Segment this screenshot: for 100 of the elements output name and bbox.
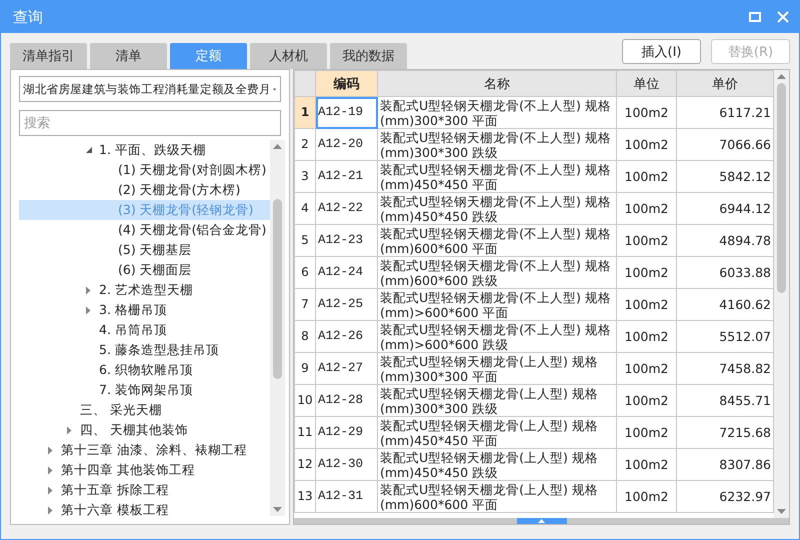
table-cell: 100m2 bbox=[616, 256, 676, 288]
tree-item[interactable]: 第十三章 油漆、涂料、裱糊工程 bbox=[19, 440, 270, 460]
scroll-down-icon[interactable] bbox=[777, 509, 786, 514]
table-cell: A12-27 bbox=[316, 352, 378, 384]
tree-item[interactable]: (2) 天棚龙骨(方木楞) bbox=[19, 180, 270, 200]
close-icon[interactable] bbox=[777, 11, 789, 23]
scroll-up-icon[interactable] bbox=[777, 74, 786, 79]
tree-item[interactable]: 6. 织物软雕吊顶 bbox=[19, 360, 270, 380]
table-cell: A12-31 bbox=[316, 480, 378, 512]
row-number[interactable]: 4 bbox=[294, 192, 316, 224]
row-number[interactable]: 6 bbox=[294, 256, 316, 288]
table-cell: A12-19 bbox=[316, 96, 378, 128]
tree-item[interactable]: 四、 天棚其他装饰 bbox=[19, 420, 270, 440]
table-cell: 100m2 bbox=[616, 384, 676, 416]
row-number[interactable]: 9 bbox=[294, 352, 316, 384]
row-number[interactable]: 12 bbox=[294, 448, 316, 480]
table-cell: 装配式U型轻钢天棚龙骨(上人型) 规格(mm)450*450 平面 bbox=[378, 416, 616, 448]
tree-item[interactable]: (6) 天棚面层 bbox=[19, 260, 270, 280]
splitter-handle[interactable] bbox=[516, 518, 566, 524]
table-cell: 装配式U型轻钢天棚龙骨(不上人型) 规格(mm)>600*600 跌级 bbox=[378, 320, 616, 352]
table-cell: 100m2 bbox=[616, 352, 676, 384]
table-cell: 装配式U型轻钢天棚龙骨(不上人型) 规格(mm)600*600 平面 bbox=[378, 224, 616, 256]
row-number[interactable]: 13 bbox=[294, 480, 316, 512]
table-cell: A12-25 bbox=[316, 288, 378, 320]
table-cell: 装配式U型轻钢天棚龙骨(不上人型) 规格(mm)450*450 平面 bbox=[378, 160, 616, 192]
tree-item[interactable]: 4. 吊筒吊顶 bbox=[19, 320, 270, 340]
table-cell: A12-24 bbox=[316, 256, 378, 288]
row-number[interactable]: 5 bbox=[294, 224, 316, 256]
collapsed-icon[interactable] bbox=[85, 306, 91, 314]
library-dropdown[interactable]: 湖北省房屋建筑与装饰工程消耗量定额及全费月 bbox=[19, 76, 281, 102]
tab[interactable]: 清单指引 bbox=[10, 43, 87, 69]
table-cell: 装配式U型轻钢天棚龙骨(上人型) 规格(mm)450*450 跌级 bbox=[378, 448, 616, 480]
row-number[interactable]: 10 bbox=[294, 384, 316, 416]
table-cell: 100m2 bbox=[616, 416, 676, 448]
tree-item[interactable]: 5. 藤条造型悬挂吊顶 bbox=[19, 340, 270, 360]
table-cell: 100m2 bbox=[616, 160, 676, 192]
tree-item[interactable]: 三、 采光天棚 bbox=[19, 400, 270, 420]
tab[interactable]: 人材机 bbox=[250, 43, 327, 69]
action-button[interactable]: 插入(I) bbox=[622, 39, 701, 64]
collapsed-icon[interactable] bbox=[47, 466, 53, 474]
table-cell: 装配式U型轻钢天棚龙骨(不上人型) 规格(mm)450*450 跌级 bbox=[378, 192, 616, 224]
tab[interactable]: 清单 bbox=[90, 43, 167, 69]
collapsed-icon[interactable] bbox=[47, 446, 53, 454]
table-cell: A12-28 bbox=[316, 384, 378, 416]
tree-item[interactable]: (5) 天棚基层 bbox=[19, 240, 270, 260]
row-number[interactable]: 2 bbox=[294, 128, 316, 160]
scrollbar[interactable] bbox=[774, 70, 789, 518]
search-field[interactable]: 搜索 bbox=[19, 110, 281, 136]
column-header[interactable]: 单位 bbox=[616, 70, 676, 96]
table-cell: 100m2 bbox=[616, 320, 676, 352]
table-cell: 100m2 bbox=[616, 128, 676, 160]
column-header[interactable]: 名称 bbox=[378, 70, 616, 96]
table-cell: A12-21 bbox=[316, 160, 378, 192]
table-cell: 100m2 bbox=[616, 192, 676, 224]
row-number[interactable]: 1 bbox=[294, 96, 316, 128]
scroll-down-icon[interactable] bbox=[273, 507, 282, 512]
scrollbar[interactable] bbox=[270, 140, 285, 516]
table-cell: 100m2 bbox=[616, 480, 676, 512]
table-cell: 装配式U型轻钢天棚龙骨(不上人型) 规格(mm)300*300 平面 bbox=[378, 96, 616, 128]
row-number[interactable]: 7 bbox=[294, 288, 316, 320]
table-cell: A12-23 bbox=[316, 224, 378, 256]
maximize-icon[interactable] bbox=[749, 11, 761, 23]
collapsed-icon[interactable] bbox=[47, 506, 53, 514]
table-cell: A12-26 bbox=[316, 320, 378, 352]
table-cell: 100m2 bbox=[616, 224, 676, 256]
table-cell: A12-20 bbox=[316, 128, 378, 160]
tree-item[interactable]: 第十四章 其他装饰工程 bbox=[19, 460, 270, 480]
tree-item[interactable]: 3. 格栅吊顶 bbox=[19, 300, 270, 320]
collapsed-icon[interactable] bbox=[85, 286, 91, 294]
row-number[interactable]: 3 bbox=[294, 160, 316, 192]
corner-cell bbox=[294, 70, 316, 96]
table-cell: A12-22 bbox=[316, 192, 378, 224]
tree-item[interactable]: 1. 平面、跌级天棚 bbox=[19, 140, 270, 160]
tab[interactable]: 我的数据 bbox=[330, 43, 407, 69]
tree-item[interactable]: 第十六章 模板工程 bbox=[19, 500, 270, 516]
table-cell: 100m2 bbox=[616, 448, 676, 480]
window-title: 查询 bbox=[13, 8, 43, 26]
tree-item[interactable]: (4) 天棚龙骨(铝合金龙骨) bbox=[19, 220, 270, 240]
tree-item[interactable]: 第十五章 拆除工程 bbox=[19, 480, 270, 500]
table-cell: 100m2 bbox=[616, 288, 676, 320]
row-number[interactable]: 11 bbox=[294, 416, 316, 448]
tree-item[interactable]: 2. 艺术造型天棚 bbox=[19, 280, 270, 300]
scroll-up-icon[interactable] bbox=[273, 144, 282, 149]
table-cell: 装配式U型轻钢天棚龙骨(上人型) 规格(mm)600*600 平面 bbox=[378, 480, 616, 512]
column-header[interactable]: 编码 bbox=[316, 70, 378, 96]
table-cell: 装配式U型轻钢天棚龙骨(不上人型) 规格(mm)300*300 跌级 bbox=[378, 128, 616, 160]
collapsed-icon[interactable] bbox=[66, 426, 72, 434]
column-header[interactable]: 单价 bbox=[676, 70, 774, 96]
table-cell: 装配式U型轻钢天棚龙骨(不上人型) 规格(mm)600*600 跌级 bbox=[378, 256, 616, 288]
tree-item[interactable]: (1) 天棚龙骨(对剖圆木楞) bbox=[19, 160, 270, 180]
table-cell: 装配式U型轻钢天棚龙骨(上人型) 规格(mm)300*300 跌级 bbox=[378, 384, 616, 416]
row-number[interactable]: 8 bbox=[294, 320, 316, 352]
table-cell: 装配式U型轻钢天棚龙骨(不上人型) 规格(mm)>600*600 平面 bbox=[378, 288, 616, 320]
table-cell: 100m2 bbox=[616, 96, 676, 128]
tree-item[interactable]: 7. 装饰网架吊顶 bbox=[19, 380, 270, 400]
table-cell: A12-30 bbox=[316, 448, 378, 480]
expanded-icon[interactable] bbox=[85, 146, 93, 154]
table-cell: A12-29 bbox=[316, 416, 378, 448]
collapsed-icon[interactable] bbox=[47, 486, 53, 494]
table-cell: 装配式U型轻钢天棚龙骨(上人型) 规格(mm)300*300 平面 bbox=[378, 352, 616, 384]
